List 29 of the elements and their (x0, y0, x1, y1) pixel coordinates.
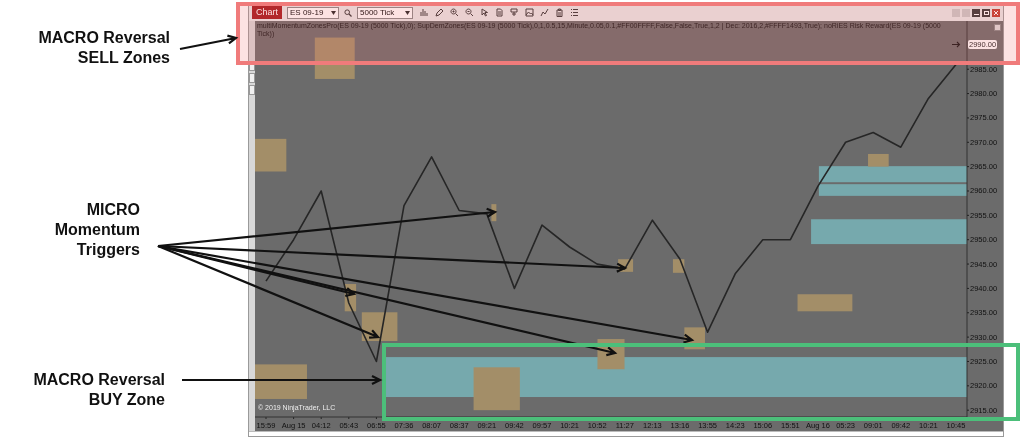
panel-toggle-button[interactable] (249, 73, 255, 84)
scrollbar[interactable] (249, 431, 1003, 436)
pencil-icon[interactable] (435, 8, 444, 18)
maximize-button[interactable] (982, 8, 990, 17)
minimize-button[interactable] (972, 8, 980, 17)
callout-label: MICRO Momentum Triggers (53, 200, 140, 260)
search-icon[interactable] (344, 8, 352, 17)
instrument-dropdown[interactable]: ES 09-19 (287, 6, 339, 19)
document-icon[interactable] (495, 8, 504, 18)
clipboard-icon[interactable] (555, 8, 564, 18)
chart-button[interactable]: Chart (252, 6, 282, 20)
image-icon[interactable] (525, 8, 534, 18)
line-chart-icon[interactable] (540, 8, 549, 18)
zoom-in-icon[interactable] (450, 8, 459, 18)
caret-icon (405, 10, 410, 15)
chart-properties-icon[interactable] (510, 8, 519, 18)
zoom-out-icon[interactable] (465, 8, 474, 18)
axis-settings-button[interactable] (994, 24, 1001, 32)
cursor-icon[interactable] (480, 8, 489, 18)
callout-label: MACRO Reversal SELL Zones (37, 28, 170, 68)
callout-label: MACRO Reversal BUY Zone (32, 370, 165, 410)
list-icon[interactable] (570, 8, 579, 18)
bar-chart-icon[interactable] (420, 8, 429, 18)
panel-toggle-button[interactable] (249, 85, 255, 96)
interval-dropdown[interactable]: 5000 Tick (357, 6, 413, 19)
caret-icon (331, 10, 336, 15)
arrow-icon[interactable] (952, 41, 961, 49)
close-button[interactable] (992, 8, 1000, 17)
arrow (178, 34, 239, 51)
